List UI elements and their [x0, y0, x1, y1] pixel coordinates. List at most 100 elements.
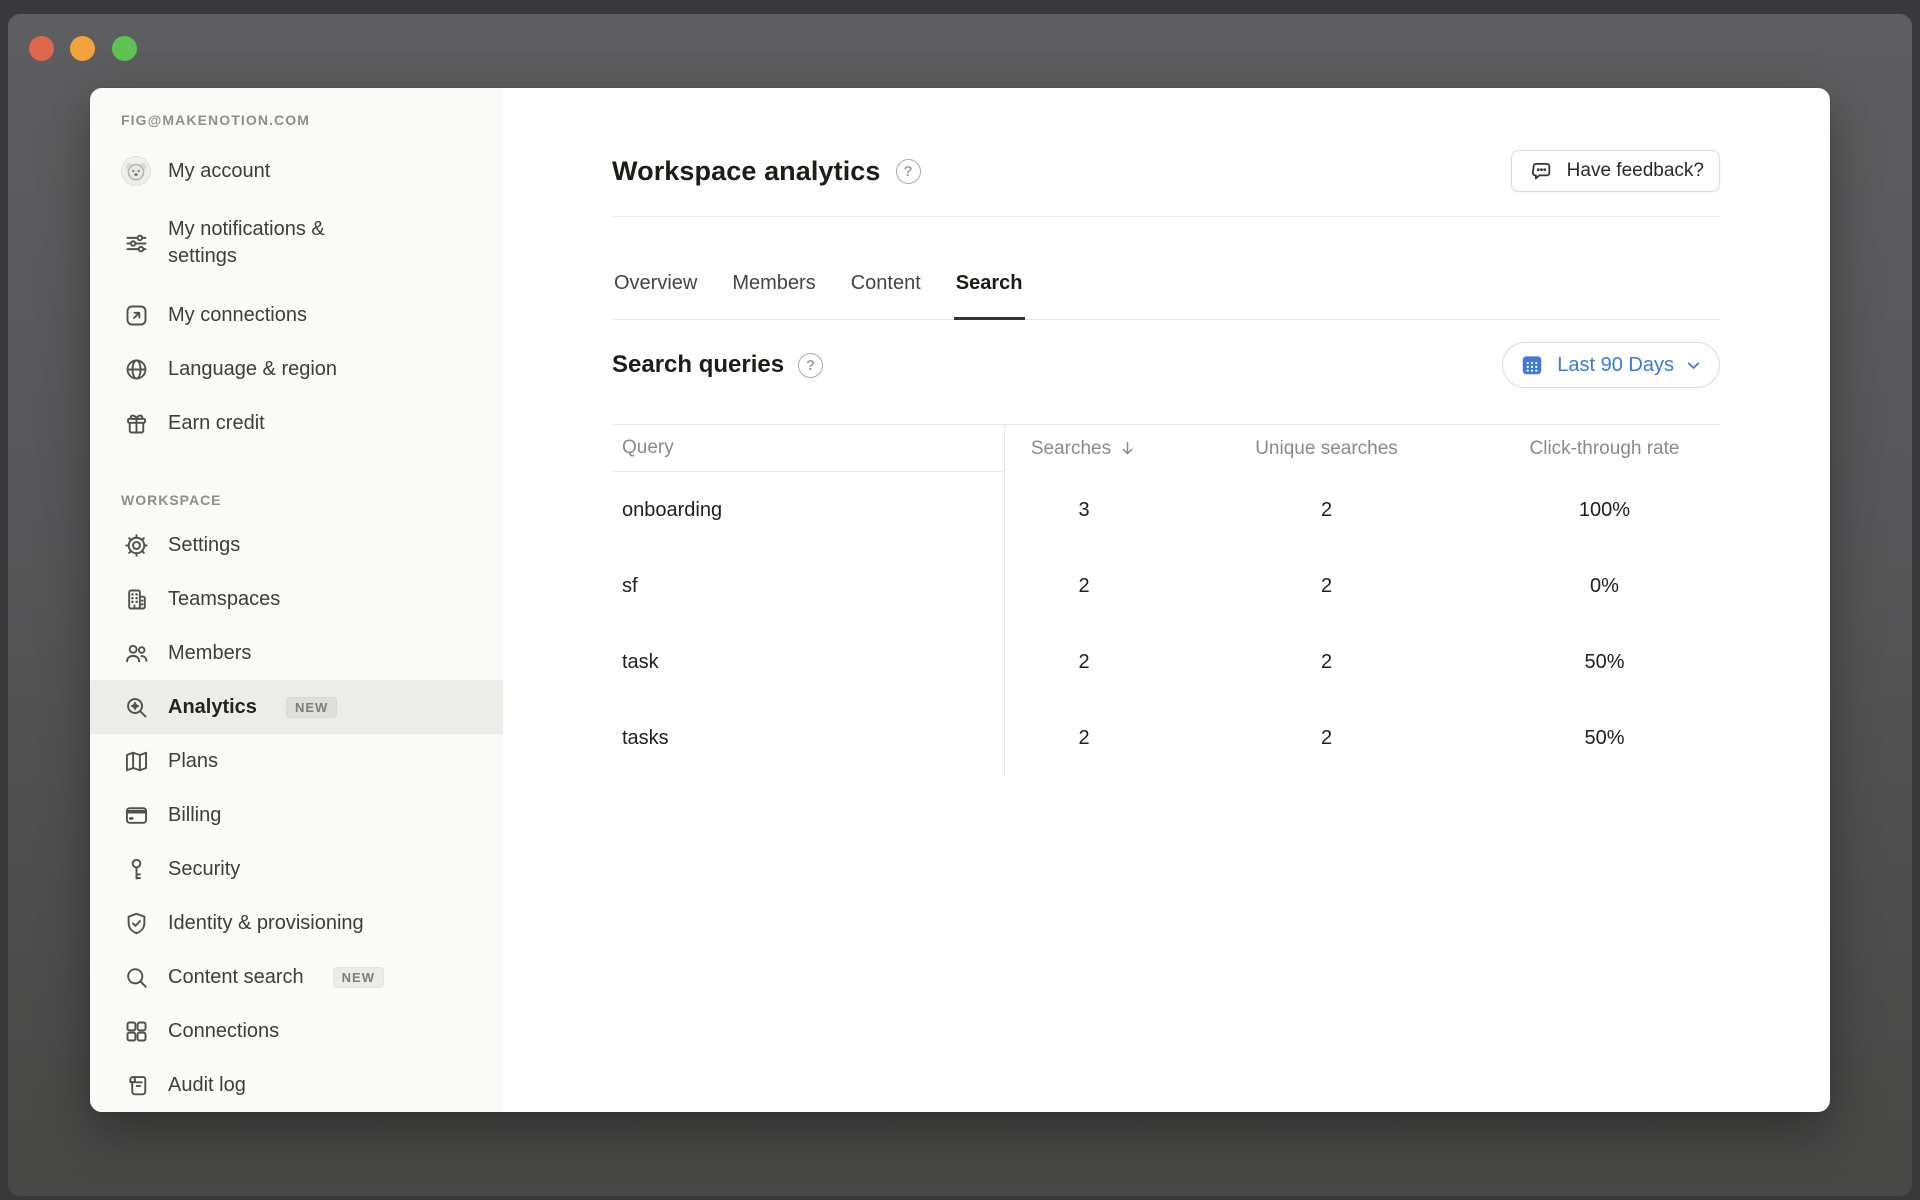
sidebar-item-my-account[interactable]: My account	[90, 144, 503, 198]
date-range-dropdown[interactable]: Last 90 Days	[1502, 342, 1720, 388]
searches-cell: 3	[1004, 499, 1164, 522]
sidebar-item-audit-log[interactable]: Audit log	[90, 1058, 503, 1112]
column-header-label: Unique searches	[1255, 438, 1398, 459]
window-minimize-button[interactable]	[70, 36, 95, 61]
sidebar-item-my-connections[interactable]: My connections	[90, 288, 503, 342]
sidebar-item-label: Content search	[168, 964, 304, 991]
searches-cell: 2	[1004, 727, 1164, 750]
magnifier-icon	[121, 962, 151, 992]
sidebar-item-settings[interactable]: Settings	[90, 518, 503, 572]
gift-icon	[121, 408, 151, 438]
sidebar-item-label: Language & region	[168, 356, 337, 383]
sidebar-item-label: Billing	[168, 802, 221, 829]
have-feedback-button[interactable]: Have feedback?	[1511, 150, 1720, 192]
unique-searches-cell: 2	[1164, 575, 1489, 598]
tab-content[interactable]: Content	[849, 217, 923, 319]
chevron-down-icon	[1684, 356, 1703, 375]
section-title: Search queries	[612, 351, 784, 379]
column-header-searches[interactable]: Searches	[1004, 438, 1164, 460]
date-range-label: Last 90 Days	[1557, 354, 1674, 377]
sidebar-item-analytics[interactable]: Analytics NEW	[90, 680, 503, 734]
page-title: Workspace analytics	[612, 156, 881, 187]
sidebar-item-label: Connections	[168, 1018, 279, 1045]
query-cell: sf	[612, 575, 1004, 598]
chat-bubble-icon	[1527, 156, 1557, 186]
table-row: task2250%	[612, 624, 1720, 700]
search-queries-table: Query Searches Unique searches Click-throug…	[612, 424, 1720, 776]
sidebar-item-identity-provisioning[interactable]: Identity & provisioning	[90, 896, 503, 950]
table-column-divider	[1004, 425, 1005, 776]
click-through-rate-cell: 50%	[1489, 651, 1720, 674]
tab-search[interactable]: Search	[954, 217, 1025, 319]
sidebar-item-members[interactable]: Members	[90, 626, 503, 680]
have-feedback-label: Have feedback?	[1567, 160, 1704, 182]
sidebar-item-label: My account	[168, 158, 270, 185]
sidebar-item-teamspaces[interactable]: Teamspaces	[90, 572, 503, 626]
magnifier-sparkle-icon	[121, 692, 151, 722]
column-header-label: Searches	[1031, 438, 1111, 460]
sidebar-item-language-region[interactable]: Language & region	[90, 342, 503, 396]
workspace-items-list: Settings TeamspacesMembers Analytics NEW Pla…	[90, 518, 503, 1112]
click-through-rate-cell: 0%	[1489, 575, 1720, 598]
window-maximize-button[interactable]	[112, 36, 137, 61]
sidebar-item-label: Earn credit	[168, 410, 265, 437]
workspace-section-label: WORKSPACE	[121, 492, 503, 508]
unique-searches-cell: 2	[1164, 727, 1489, 750]
query-cell: tasks	[612, 727, 1004, 750]
settings-dialog: FIG@MAKENOTION.COM My account My notifica…	[90, 88, 1830, 1112]
unique-searches-cell: 2	[1164, 499, 1489, 522]
avatar	[121, 156, 151, 186]
section-header-row: Search queries ? Last 90 Days	[612, 342, 1720, 388]
query-cell: onboarding	[612, 499, 1004, 522]
searches-cell: 2	[1004, 651, 1164, 674]
globe-icon	[121, 354, 151, 384]
sidebar-item-label: Security	[168, 856, 240, 883]
click-through-rate-cell: 50%	[1489, 727, 1720, 750]
column-header-label: Query	[622, 437, 674, 459]
sidebar-item-label: Settings	[168, 532, 240, 559]
scroll-icon	[121, 1070, 151, 1100]
map-icon	[121, 746, 151, 776]
credit-card-icon	[121, 800, 151, 830]
column-header-label: Click-through rate	[1530, 438, 1680, 459]
table-row: onboarding32100%	[612, 472, 1720, 548]
searches-cell: 2	[1004, 575, 1164, 598]
account-email: FIG@MAKENOTION.COM	[121, 110, 503, 130]
new-badge: NEW	[286, 697, 337, 718]
sidebar-item-security[interactable]: Security	[90, 842, 503, 896]
sidebar-item-my-notifications-settings[interactable]: My notifications & settings	[90, 198, 503, 288]
workspace-analytics-help-icon[interactable]: ?	[896, 159, 921, 184]
settings-sidebar: FIG@MAKENOTION.COM My account My notifica…	[90, 88, 503, 1112]
sidebar-item-billing[interactable]: Billing	[90, 788, 503, 842]
column-header-unique-searches[interactable]: Unique searches	[1164, 438, 1489, 460]
column-header-query[interactable]: Query	[612, 425, 1004, 472]
shield-check-icon	[121, 908, 151, 938]
sidebar-item-plans[interactable]: Plans	[90, 734, 503, 788]
sidebar-item-label: Plans	[168, 748, 218, 775]
analytics-main-pane: Workspace analytics ? Have feedback? Ove…	[503, 88, 1830, 1112]
table-row: sf220%	[612, 548, 1720, 624]
tab-members[interactable]: Members	[730, 217, 817, 319]
window-close-button[interactable]	[29, 36, 54, 61]
query-cell: task	[612, 651, 1004, 674]
analytics-tab-bar: Overview Members Content Search	[612, 217, 1720, 320]
new-badge: NEW	[333, 967, 384, 988]
unique-searches-cell: 2	[1164, 651, 1489, 674]
search-queries-help-icon[interactable]: ?	[798, 353, 823, 378]
sidebar-item-connections[interactable]: Connections	[90, 1004, 503, 1058]
page-header: Workspace analytics ? Have feedback?	[612, 88, 1720, 192]
grid-icon	[121, 1016, 151, 1046]
sliders-icon	[121, 228, 151, 258]
calendar-icon	[1517, 350, 1547, 380]
column-header-click-through-rate[interactable]: Click-through rate	[1489, 438, 1720, 460]
arrow-up-right-square-icon	[121, 300, 151, 330]
table-header-row: Query Searches Unique searches Click-throug…	[612, 425, 1720, 472]
gear-icon	[121, 530, 151, 560]
click-through-rate-cell: 100%	[1489, 499, 1720, 522]
tab-overview[interactable]: Overview	[612, 217, 699, 319]
sidebar-item-label: Analytics	[168, 694, 257, 721]
building-icon	[121, 584, 151, 614]
sidebar-item-earn-credit[interactable]: Earn credit	[90, 396, 503, 450]
sidebar-item-content-search[interactable]: Content search NEW	[90, 950, 503, 1004]
table-row: tasks2250%	[612, 700, 1720, 776]
